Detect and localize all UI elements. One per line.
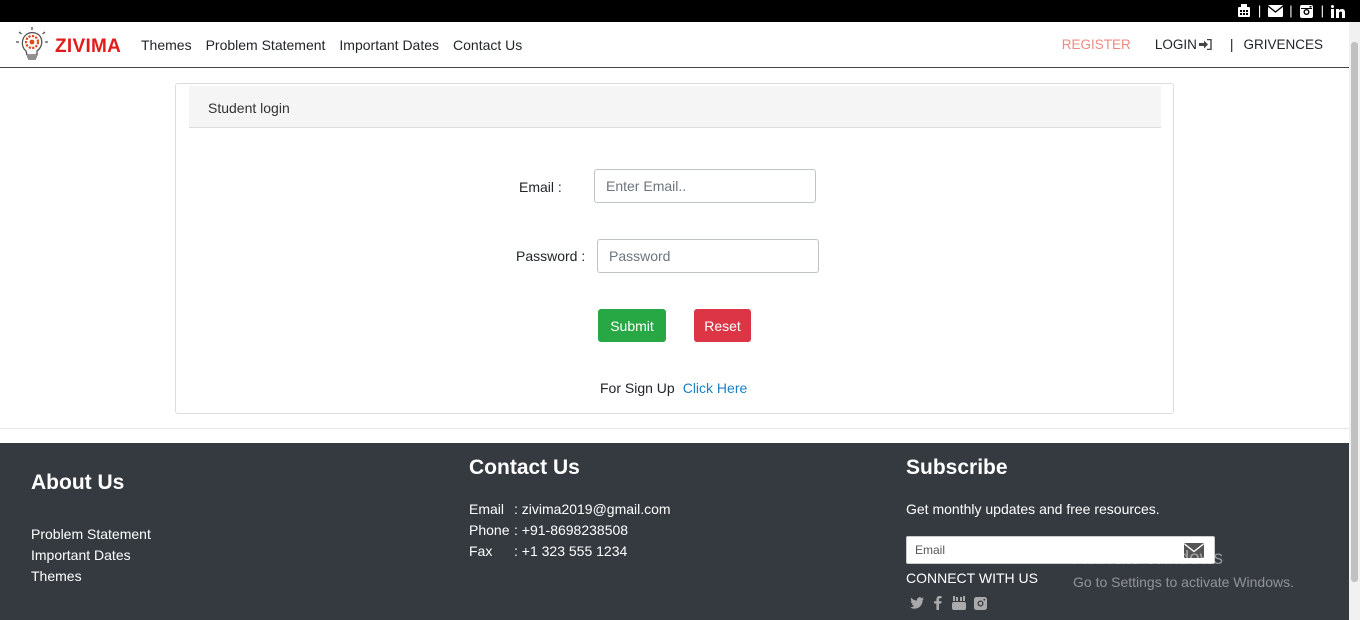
brand-name: ZIVIMA bbox=[55, 35, 122, 57]
signup-row: For Sign Up Click Here bbox=[600, 380, 747, 396]
card-header: Student login bbox=[189, 86, 1161, 128]
footer-link-important-dates[interactable]: Important Dates bbox=[31, 547, 131, 563]
nav-contact-us[interactable]: Contact Us bbox=[446, 36, 529, 54]
email-input[interactable] bbox=[594, 169, 816, 203]
gear-bulb-logo-icon bbox=[14, 26, 50, 67]
signup-link[interactable]: Click Here bbox=[683, 380, 748, 396]
contact-phone-value: : +91-8698238508 bbox=[514, 522, 629, 538]
topbar-separator: | bbox=[1289, 3, 1293, 18]
contact-fax-row: Fax : +1 323 555 1234 bbox=[469, 543, 627, 559]
signup-text: For Sign Up bbox=[600, 380, 675, 396]
subscribe-title: Subscribe bbox=[906, 456, 1008, 479]
instagram-icon[interactable] bbox=[973, 596, 987, 610]
topbar-separator: | bbox=[1257, 3, 1262, 18]
contact-phone-key: Phone bbox=[469, 522, 510, 538]
brand[interactable]: ZIVIMA bbox=[14, 26, 121, 67]
navbar: ZIVIMA Themes Problem Statement Importan… bbox=[0, 22, 1349, 68]
card-title: Student login bbox=[208, 100, 290, 116]
topbar-icons: | | | bbox=[1236, 2, 1346, 20]
nav-separator: | bbox=[1229, 36, 1234, 52]
twitter-icon[interactable] bbox=[910, 596, 924, 610]
subscribe-text: Get monthly updates and free resources. bbox=[906, 501, 1160, 517]
social-icons bbox=[910, 596, 987, 610]
top-bar: | | | bbox=[0, 0, 1360, 22]
main-nav: Themes Problem Statement Important Dates… bbox=[134, 36, 529, 54]
nav-problem-statement[interactable]: Problem Statement bbox=[199, 36, 333, 54]
linkedin-icon[interactable] bbox=[1330, 3, 1346, 19]
page-scrollbar[interactable] bbox=[1349, 22, 1360, 620]
login-link[interactable]: LOGIN bbox=[1155, 37, 1212, 52]
contact-phone-row: Phone: +91-8698238508 bbox=[469, 522, 628, 538]
contact-email-value: : zivima2019@gmail.com bbox=[514, 501, 671, 517]
grievances-link[interactable]: GRIVENCES bbox=[1243, 37, 1323, 52]
youtube-icon[interactable] bbox=[952, 596, 966, 610]
fax-icon[interactable] bbox=[1236, 3, 1252, 19]
facebook-icon[interactable] bbox=[931, 596, 945, 610]
connect-with-us: CONNECT WITH US bbox=[906, 570, 1038, 586]
contact-fax-value: : +1 323 555 1234 bbox=[514, 543, 628, 559]
nav-right: REGISTER LOGIN | GRIVENCES bbox=[1062, 36, 1323, 52]
footer-link-themes[interactable]: Themes bbox=[31, 568, 82, 584]
password-label: Password : bbox=[516, 248, 586, 264]
mail-icon[interactable] bbox=[1267, 3, 1283, 19]
watermark-title: Activate Windows bbox=[1073, 548, 1223, 569]
windows-activation-watermark: Activate Windows Go to Settings to activ… bbox=[1073, 548, 1294, 590]
password-input[interactable] bbox=[597, 239, 819, 273]
sign-in-icon bbox=[1198, 38, 1212, 50]
instagram-icon[interactable] bbox=[1299, 3, 1315, 19]
register-link[interactable]: REGISTER bbox=[1062, 37, 1131, 52]
topbar-separator: | bbox=[1320, 3, 1324, 18]
email-label: Email : bbox=[519, 179, 562, 195]
watermark-subtitle: Go to Settings to activate Windows. bbox=[1073, 574, 1294, 590]
nav-themes[interactable]: Themes bbox=[134, 36, 199, 54]
footer-link-problem-statement[interactable]: Problem Statement bbox=[31, 526, 151, 542]
contact-title: Contact Us bbox=[469, 456, 580, 479]
login-label: LOGIN bbox=[1154, 36, 1197, 52]
content-divider bbox=[0, 428, 1349, 429]
submit-button[interactable]: Submit bbox=[598, 309, 666, 342]
nav-important-dates[interactable]: Important Dates bbox=[332, 36, 446, 54]
contact-email-key: Email bbox=[469, 501, 505, 517]
about-title: About Us bbox=[31, 471, 125, 494]
contact-email-row: Email : zivima2019@gmail.com bbox=[469, 501, 671, 517]
contact-fax-key: Fax bbox=[469, 543, 493, 559]
reset-button[interactable]: Reset bbox=[694, 309, 751, 342]
footer: About Us Problem Statement Important Dat… bbox=[0, 443, 1349, 620]
scrollbar-thumb[interactable] bbox=[1351, 42, 1358, 582]
